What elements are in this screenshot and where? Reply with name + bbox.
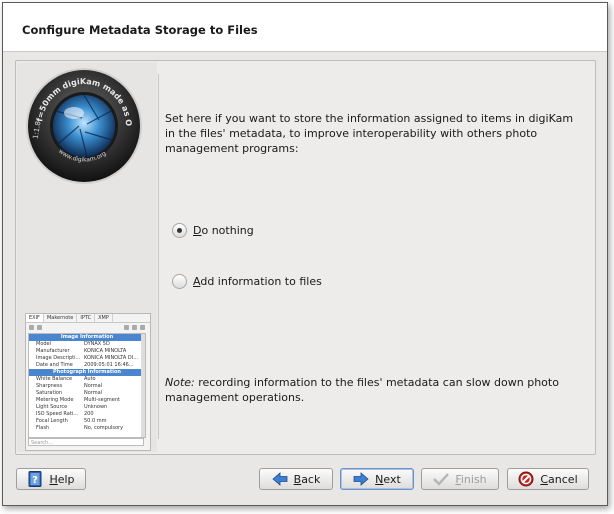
help-label: Help [49,472,75,486]
preview-row-key: Saturation [36,390,63,396]
preview-table-row: Flash No, compulsory [29,425,145,432]
finish-label: Finish [455,472,487,486]
cancel-icon [518,471,534,487]
preview-tab-xmp: XMP [95,314,113,322]
preview-scrollbar [141,334,145,437]
preview-row-key: Flash [36,425,50,431]
preview-table-row: Date and Time 2009:05:01 16:46... [29,362,145,369]
do-nothing-radio[interactable]: Do nothing [172,223,254,238]
description-text: Set here if you want to store the inform… [165,112,574,155]
help-icon: ? [27,471,43,487]
preview-table-row: White Balance Auto [29,376,145,383]
panel-divider [158,74,159,439]
radio-indicator[interactable] [172,223,187,238]
preview-table-row: Image Descripti... KONICA MINOLTA DI... [29,355,145,362]
preview-table-row: Focal Length 50.0 mm [29,418,145,425]
preview-table-row: ISO Speed Rati... 200 [29,411,145,418]
preview-row-value: No, compulsory [84,425,124,431]
preview-row-key: Manufacturer [36,348,70,354]
preview-row-value: 50.0 mm [84,418,107,424]
radio-indicator[interactable] [172,274,187,289]
note-prefix: Note: [165,376,195,389]
preview-row-key: Metering Mode [36,397,74,403]
preview-row-value: 200 [84,411,94,417]
preview-tab-makernote: Makernote [44,314,78,322]
preview-row-value: KONICA MINOLTA DI... [84,355,138,361]
preview-section-header: Image Information [29,334,145,341]
preview-toolbar [26,323,150,332]
digikam-logo: f=50mm digiKam made as OPEN SOURCE www.d… [24,66,142,184]
preview-table-row: Sharpness Normal [29,383,145,390]
add-information-label: Add information to files [193,275,322,288]
copy-icon [140,325,145,330]
preview-table-row: Light Source Unknown [29,404,145,411]
back-button[interactable]: Back [259,468,333,490]
preview-row-value: Multi-segment [84,397,120,403]
preview-row-value: Unknown [84,404,108,410]
back-label: Back [293,472,321,486]
preview-row-value: Normal [84,390,103,396]
preview-row-key: ISO Speed Rati... [36,411,78,417]
svg-text:?: ? [33,475,39,486]
page-title: Configure Metadata Storage to Files [22,23,258,37]
preview-row-value: DYNAX 5D [84,341,110,347]
preview-row-value: 2009:05:01 16:46... [84,362,134,368]
preview-table-row: Manufacturer KONICA MINOLTA [29,348,145,355]
preview-row-value: Normal [84,383,103,389]
note-text: Note: recording information to the files… [165,376,559,404]
preview-row-key: Model [36,341,52,347]
help-button[interactable]: ? Help [16,468,86,490]
preview-search-field: Search... [28,438,144,446]
next-label: Next [375,472,401,486]
preview-row-value: Auto [84,376,96,382]
preview-row-key: Sharpness [36,383,63,389]
preview-metadata-table: Image Information Model DYNAX 5D Manufactu… [28,333,146,438]
save-icon [124,325,129,330]
preview-row-key: Light Source [36,404,68,410]
next-arrow-icon [353,471,369,487]
preview-row-key: Date and Time [36,362,73,368]
checkmark-icon [433,471,450,487]
wizard-dialog: Configure Metadata Storage to Files f=50… [2,2,608,506]
print-icon [132,325,137,330]
add-information-radio[interactable]: Add information to files [172,274,322,289]
filter-icon [29,325,34,330]
preview-row-key: Focal Length [36,418,68,424]
level-icon [37,325,42,330]
finish-button[interactable]: Finish [421,468,499,490]
next-button[interactable]: Next [340,468,414,490]
content-panel: f=50mm digiKam made as OPEN SOURCE www.d… [15,60,596,455]
metadata-preview-image: EXIF Makernote IPTC XMP Image Informatio… [25,313,151,451]
cancel-label: Cancel [540,472,578,486]
preview-table-row: Saturation Normal [29,390,145,397]
preview-table-row: Model DYNAX 5D [29,341,145,348]
preview-tabs: EXIF Makernote IPTC XMP [26,314,150,323]
preview-tab-iptc: IPTC [77,314,96,322]
dialog-header: Configure Metadata Storage to Files [3,3,607,52]
preview-table-row: Metering Mode Multi-segment [29,397,145,404]
back-arrow-icon [272,471,288,487]
do-nothing-label: Do nothing [193,224,254,237]
preview-row-value: KONICA MINOLTA [84,348,127,354]
preview-row-key: Image Descripti... [36,355,81,361]
preview-tab-exif: EXIF [26,314,44,322]
preview-row-key: White Balance [36,376,73,382]
cancel-button[interactable]: Cancel [507,468,589,490]
side-panel: f=50mm digiKam made as OPEN SOURCE www.d… [17,62,157,452]
preview-section-header: Photograph Information [29,369,145,376]
